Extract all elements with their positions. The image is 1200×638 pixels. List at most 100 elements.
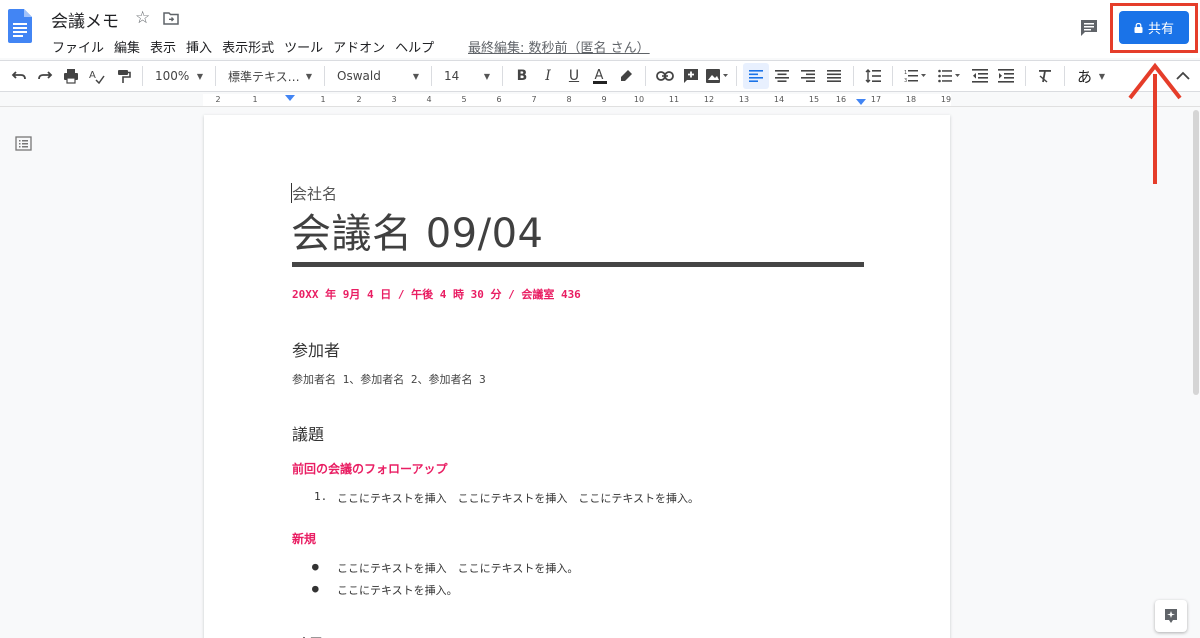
- ruler-label: 1: [252, 95, 258, 104]
- highlight-color-icon[interactable]: [613, 63, 639, 89]
- toolbar-divider: [1064, 66, 1065, 86]
- ruler-label: 3: [391, 95, 397, 104]
- document-title[interactable]: 会議メモ: [51, 7, 119, 32]
- insert-image-icon[interactable]: [704, 63, 730, 89]
- font-select[interactable]: Oswald ▼: [331, 63, 425, 89]
- toolbar-divider: [736, 66, 737, 86]
- ruler-label: 2: [356, 95, 362, 104]
- add-comment-icon[interactable]: [678, 63, 704, 89]
- svg-text:3: 3: [904, 78, 907, 83]
- toolbar-divider: [1025, 66, 1026, 86]
- toolbar-divider: [142, 66, 143, 86]
- clear-formatting-icon[interactable]: [1032, 63, 1058, 89]
- ruler-label: 17: [870, 95, 882, 104]
- align-left-icon[interactable]: [743, 63, 769, 89]
- ruler-label: 5: [461, 95, 467, 104]
- share-highlight-box: [1110, 3, 1198, 53]
- toolbar-divider: [502, 66, 503, 86]
- left-indent-marker[interactable]: [285, 95, 295, 101]
- underline-icon[interactable]: U: [561, 63, 587, 89]
- ruler-label: 19: [940, 95, 952, 104]
- ruler-label: 14: [773, 95, 785, 104]
- numbered-list-icon[interactable]: 13: [899, 63, 933, 89]
- menu-help[interactable]: ヘルプ: [390, 34, 439, 59]
- toolbar-divider: [645, 66, 646, 86]
- list-item: ここにテキストを挿入 ここにテキストを挿入。: [337, 562, 579, 575]
- font-size-value: 14: [444, 69, 460, 83]
- ruler-label: 8: [566, 95, 572, 104]
- ruler-label: 16: [835, 95, 847, 104]
- menu-format[interactable]: 表示形式: [217, 34, 279, 59]
- menu-addons[interactable]: アドオン: [328, 34, 390, 59]
- star-icon[interactable]: ☆: [135, 8, 150, 28]
- zoom-select[interactable]: 100% ▼: [149, 63, 209, 89]
- vertical-scrollbar[interactable]: [1193, 110, 1199, 395]
- document-outline-icon[interactable]: [15, 136, 32, 151]
- menu-edit[interactable]: 編集: [109, 34, 145, 59]
- ruler-label: 4: [426, 95, 432, 104]
- toolbar-divider: [853, 66, 854, 86]
- insert-link-icon[interactable]: [652, 63, 678, 89]
- list-item: ここにテキストを挿入 ここにテキストを挿入 ここにテキストを挿入。: [337, 492, 700, 505]
- ruler-label: 2: [215, 95, 221, 104]
- bulleted-list-icon[interactable]: [933, 63, 967, 89]
- comment-history-icon[interactable]: [1079, 18, 1099, 38]
- increase-indent-icon[interactable]: [993, 63, 1019, 89]
- ruler: 2 1 1 2 3 4 5 6 7 8 9 10 11 12 13 14 15 …: [0, 93, 1200, 107]
- redo-icon[interactable]: [32, 63, 58, 89]
- menu-insert[interactable]: 挿入: [181, 34, 217, 59]
- font-size-select[interactable]: 14 ▼: [438, 63, 496, 89]
- ruler-label: 1: [320, 95, 326, 104]
- bold-icon[interactable]: B: [509, 63, 535, 89]
- paragraph-style-value: 標準テキス…: [228, 69, 300, 84]
- input-mode-value: あ: [1077, 67, 1093, 86]
- bullet-icon: ●: [312, 582, 319, 595]
- decrease-indent-icon[interactable]: [967, 63, 993, 89]
- font-value: Oswald: [337, 69, 381, 83]
- paint-format-icon[interactable]: [110, 63, 136, 89]
- menu-view[interactable]: 表示: [145, 34, 181, 59]
- ruler-label: 7: [531, 95, 537, 104]
- chevron-down-icon: ▼: [1098, 71, 1105, 81]
- spellcheck-icon[interactable]: A: [84, 63, 110, 89]
- last-edit-link[interactable]: 最終編集: 数秒前（匿名 さん）: [468, 37, 650, 56]
- line-spacing-icon[interactable]: [860, 63, 886, 89]
- formatting-toolbar: A 100% ▼ 標準テキス… ▼ Oswald ▼ 14 ▼ B I U A: [0, 60, 1200, 92]
- toolbar-divider: [892, 66, 893, 86]
- document-page[interactable]: 会社名 会議名 09/04 20XX 年 9月 4 日 / 午後 4 時 30 …: [204, 115, 950, 638]
- chevron-down-icon: ▼: [196, 71, 203, 81]
- ruler-label: 13: [738, 95, 750, 104]
- agenda-heading: 議題: [292, 425, 325, 444]
- menu-tools[interactable]: ツール: [279, 34, 328, 59]
- print-icon[interactable]: [58, 63, 84, 89]
- bullet-icon: ●: [312, 560, 319, 573]
- input-tools-select[interactable]: あ ▼: [1071, 63, 1111, 89]
- meeting-title: 会議名 09/04: [291, 211, 544, 257]
- ruler-track[interactable]: 2 1 1 2 3 4 5 6 7 8 9 10 11 12 13 14 15 …: [203, 94, 951, 106]
- red-arrow-icon: [1128, 62, 1182, 184]
- chevron-down-icon: ▼: [305, 71, 312, 81]
- move-to-folder-icon[interactable]: [163, 11, 179, 25]
- ruler-label: 11: [668, 95, 680, 104]
- explore-button[interactable]: [1155, 600, 1187, 632]
- list-item: ここにテキストを挿入。: [337, 584, 458, 597]
- menu-file[interactable]: ファイル: [47, 34, 109, 59]
- align-center-icon[interactable]: [769, 63, 795, 89]
- zoom-value: 100%: [155, 69, 190, 83]
- new-heading: 新規: [292, 532, 317, 546]
- italic-icon[interactable]: I: [535, 63, 561, 89]
- right-indent-marker[interactable]: [856, 99, 866, 105]
- svg-text:A: A: [595, 68, 604, 83]
- text-color-icon[interactable]: A: [587, 63, 613, 89]
- title-divider: [292, 262, 864, 267]
- align-justify-icon[interactable]: [821, 63, 847, 89]
- paragraph-style-select[interactable]: 標準テキス… ▼: [222, 63, 318, 89]
- svg-text:1: 1: [904, 70, 907, 76]
- docs-logo-icon[interactable]: [8, 9, 32, 43]
- chevron-down-icon: ▼: [412, 71, 419, 81]
- memo-heading: メモ: [292, 630, 324, 638]
- align-right-icon[interactable]: [795, 63, 821, 89]
- attendees-heading: 参加者: [292, 341, 341, 360]
- chevron-down-icon: ▼: [483, 71, 490, 81]
- undo-icon[interactable]: [6, 63, 32, 89]
